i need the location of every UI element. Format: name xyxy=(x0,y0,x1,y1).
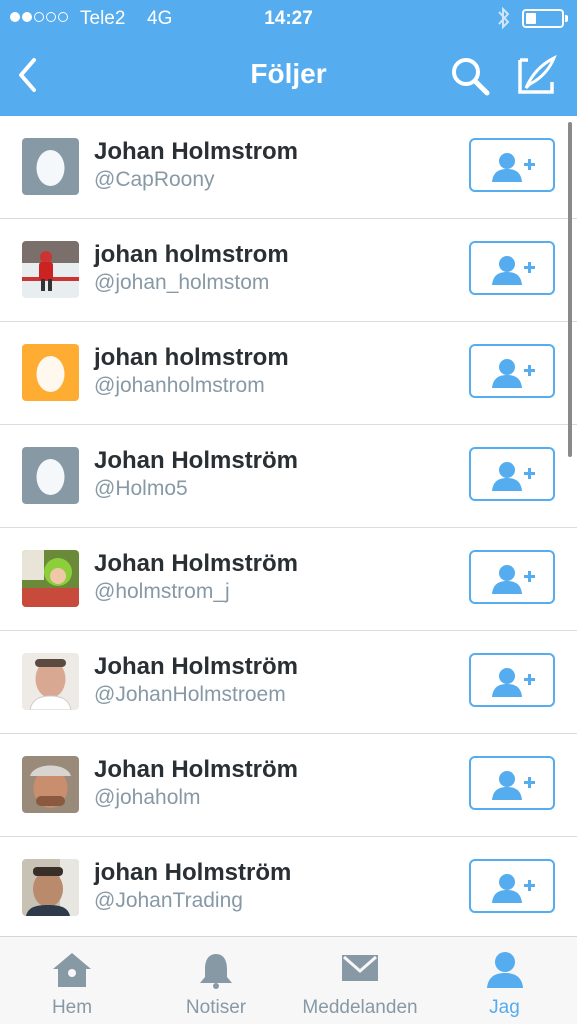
user-handle: @Holmo5 xyxy=(94,477,188,500)
user-name[interactable]: Johan Holmström xyxy=(94,550,298,578)
scrollbar[interactable] xyxy=(568,122,572,457)
status-time: 14:27 xyxy=(264,8,313,29)
tab-bar: Hem Notiser Meddelanden Jag xyxy=(0,936,577,1024)
user-handle: @johaholm xyxy=(94,786,201,809)
tab-label: Jag xyxy=(489,997,520,1018)
user-name[interactable]: Johan Holmstrom xyxy=(94,138,298,166)
tab-messages[interactable]: Meddelanden xyxy=(288,937,432,1024)
follow-user-icon xyxy=(492,359,535,388)
follow-button[interactable] xyxy=(469,344,555,398)
follow-user-icon xyxy=(492,153,535,182)
list-item[interactable]: Johan Holmström @holmstrom_j xyxy=(0,528,577,631)
list-item[interactable]: johan Holmström @JohanTrading xyxy=(0,837,577,936)
user-name[interactable]: johan holmstrom xyxy=(94,241,289,269)
list-item[interactable]: johan holmstrom @johanholmstrom xyxy=(0,322,577,425)
user-handle: @JohanTrading xyxy=(94,889,243,912)
hockey-photo-avatar[interactable] xyxy=(22,241,79,298)
egg-avatar[interactable] xyxy=(22,344,79,401)
user-name[interactable]: Johan Holmström xyxy=(94,756,298,784)
list-item[interactable]: johan holmstrom @johan_holmstom xyxy=(0,219,577,322)
tab-notifications[interactable]: Notiser xyxy=(144,937,288,1024)
follow-button[interactable] xyxy=(469,241,555,295)
user-name[interactable]: Johan Holmström xyxy=(94,447,298,475)
person-icon xyxy=(486,952,523,988)
battery-icon xyxy=(522,9,564,28)
battery-tip xyxy=(565,15,568,22)
follow-user-icon xyxy=(492,668,535,697)
face-photo-avatar[interactable] xyxy=(22,653,79,710)
follow-button[interactable] xyxy=(469,756,555,810)
status-bar: Tele2 4G 14:27 xyxy=(0,0,577,38)
search-icon[interactable] xyxy=(450,56,490,96)
user-handle: @JohanHolmstroem xyxy=(94,683,286,706)
envelope-icon xyxy=(342,955,378,981)
egg-avatar[interactable] xyxy=(22,447,79,504)
child-photo-avatar[interactable] xyxy=(22,550,79,607)
follow-button[interactable] xyxy=(469,550,555,604)
home-icon xyxy=(53,953,91,987)
follow-user-icon xyxy=(492,565,535,594)
following-list[interactable]: Johan Holmstrom @CapRoony johan holmstro… xyxy=(0,116,577,936)
user-handle: @holmstrom_j xyxy=(94,580,230,603)
user-handle: @CapRoony xyxy=(94,168,215,191)
follow-user-icon xyxy=(492,256,535,285)
follow-button[interactable] xyxy=(469,447,555,501)
follow-button[interactable] xyxy=(469,653,555,707)
battery-level xyxy=(526,13,536,24)
list-item[interactable]: Johan Holmström @johaholm xyxy=(0,734,577,837)
app-header: Tele2 4G 14:27 Följer xyxy=(0,0,577,116)
user-name[interactable]: johan Holmström xyxy=(94,859,291,887)
bluetooth-icon xyxy=(498,6,510,30)
tab-label: Meddelanden xyxy=(302,997,418,1018)
bell-icon xyxy=(200,954,232,989)
compose-tweet-icon[interactable] xyxy=(514,54,558,96)
tab-me[interactable]: Jag xyxy=(432,937,577,1024)
follow-user-icon xyxy=(492,771,535,800)
follow-button[interactable] xyxy=(469,859,555,913)
selfie-photo-avatar[interactable] xyxy=(22,859,79,916)
tab-home[interactable]: Hem xyxy=(0,937,144,1024)
follow-button[interactable] xyxy=(469,138,555,192)
tab-label: Hem xyxy=(51,997,93,1018)
follow-user-icon xyxy=(492,462,535,491)
user-handle: @johan_holmstom xyxy=(94,271,270,294)
tab-label: Notiser xyxy=(185,997,247,1018)
user-name[interactable]: johan holmstrom xyxy=(94,344,289,372)
egg-avatar[interactable] xyxy=(22,138,79,195)
list-item[interactable]: Johan Holmström @JohanHolmstroem xyxy=(0,631,577,734)
list-item[interactable]: Johan Holmström @Holmo5 xyxy=(0,425,577,528)
list-item[interactable]: Johan Holmstrom @CapRoony xyxy=(0,116,577,219)
page-title: Följer xyxy=(250,58,327,89)
user-handle: @johanholmstrom xyxy=(94,374,265,397)
cap-photo-avatar[interactable] xyxy=(22,756,79,813)
user-name[interactable]: Johan Holmström xyxy=(94,653,298,681)
follow-user-icon xyxy=(492,874,535,903)
